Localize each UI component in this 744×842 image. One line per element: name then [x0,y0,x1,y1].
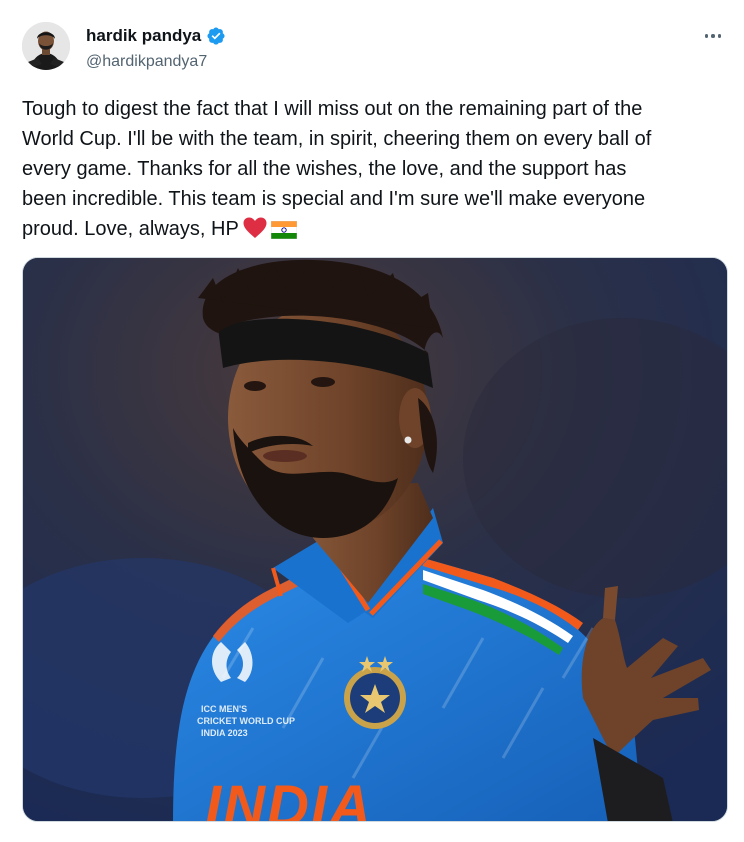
india-flag-emoji [270,218,298,248]
wc-badge-line: CRICKET WORLD CUP [197,716,295,726]
tweet-text-line: every game. Thanks for all the wishes, t… [22,158,627,180]
tweet-photo[interactable]: ICC MEN'S CRICKET WORLD CUP INDIA 2023 I… [22,257,728,822]
more-options-icon[interactable] [698,24,728,48]
author-display-name[interactable]: hardik pandya [86,26,201,46]
tweet-text-line: proud. Love, always, HP [22,218,239,240]
wc-badge-line: INDIA 2023 [201,728,248,738]
author-handle[interactable]: @hardikpandya7 [86,52,207,72]
tweet-card: hardik pandya @hardikpandya7 Tough to di… [0,0,744,842]
tweet-text-line: World Cup. I'll be with the team, in spi… [22,128,652,150]
tweet-text-line: Tough to digest the fact that I will mis… [22,98,643,120]
author-name-row[interactable]: hardik pandya [86,26,226,46]
tweet-text-line: been incredible. This team is special an… [22,188,646,210]
tweet-text: Tough to digest the fact that I will mis… [22,94,722,248]
verified-badge-icon [206,26,226,46]
wc-badge-line: ICC MEN'S [201,704,247,714]
red-heart-emoji [243,217,267,248]
tweet-text-last-line: proud. Love, always, HP [22,214,722,248]
jersey-india-text: INDIA [205,774,373,822]
profile-avatar[interactable] [22,22,70,70]
